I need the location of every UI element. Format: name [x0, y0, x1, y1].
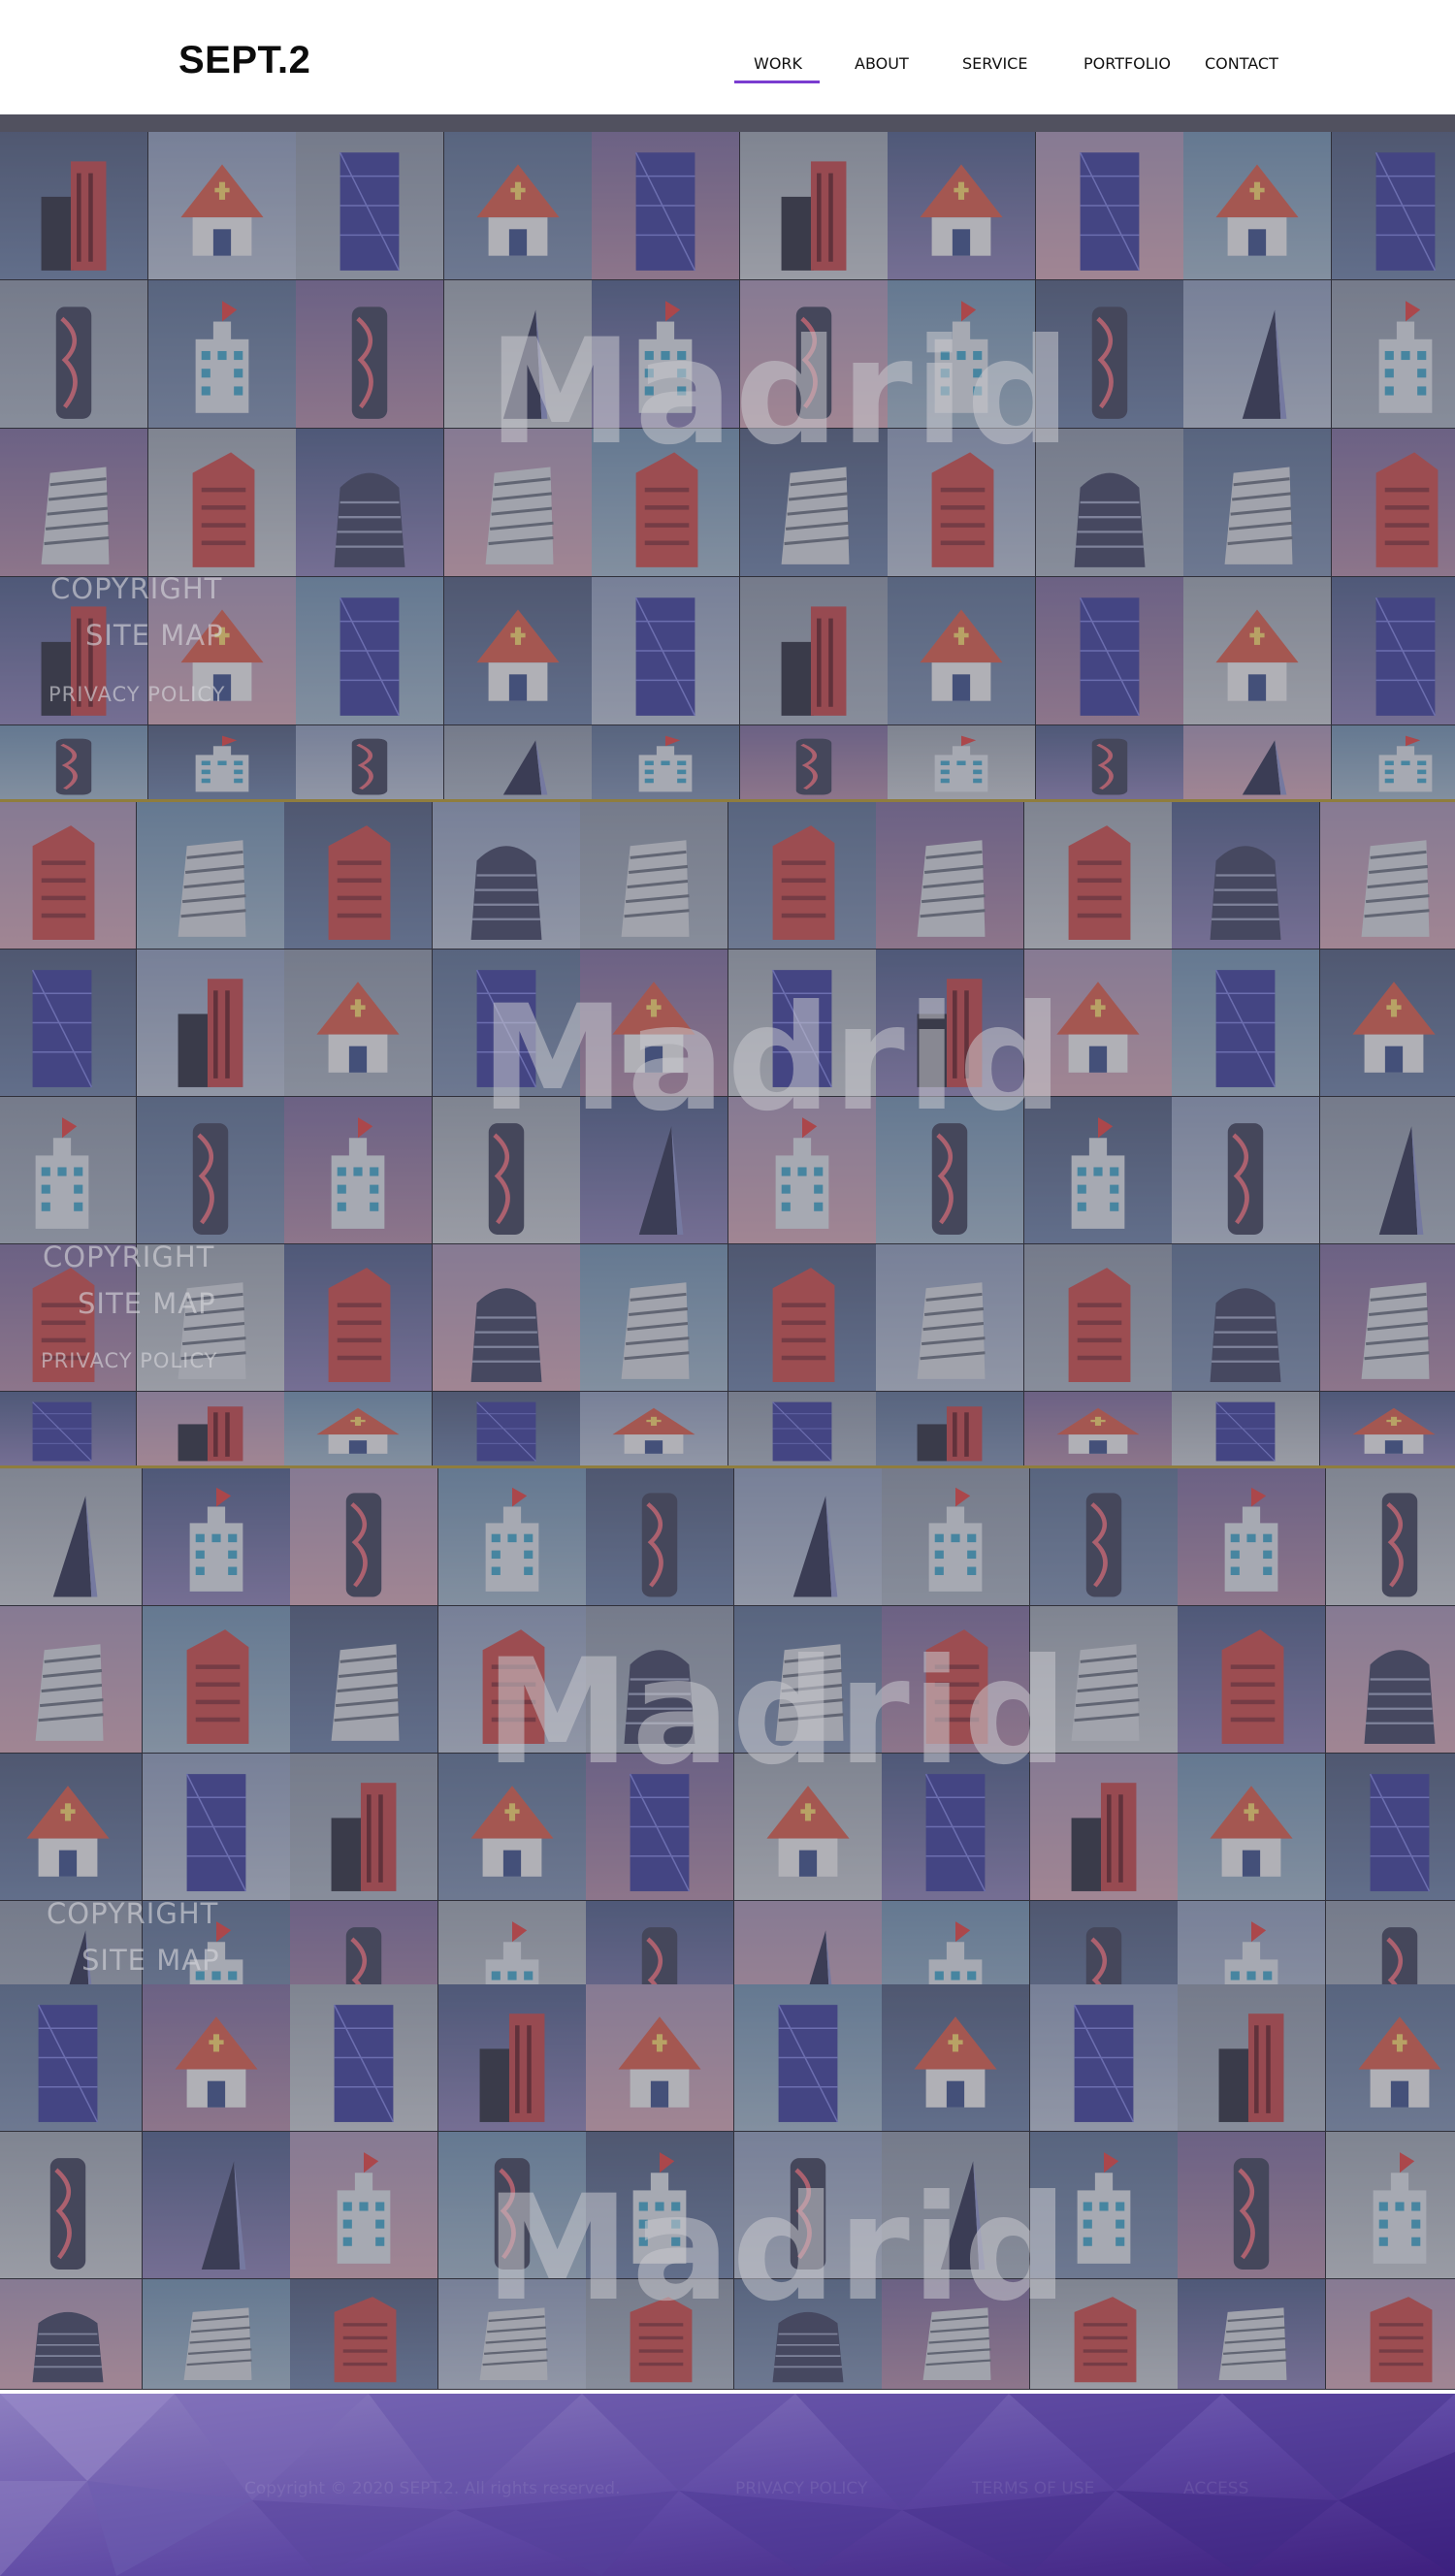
- city-title: Madrid: [488, 308, 1073, 477]
- privacy-policy-link[interactable]: PRIVACY POLICY: [48, 683, 225, 706]
- nav-item-about[interactable]: ABOUT: [855, 54, 909, 73]
- hero-section: Madrid COPYRIGHT SITE MAP PRIVACY POLICY: [0, 114, 1455, 800]
- site-header: SEPT.2 WORK ABOUT SERVICE PORTFOLIO CONT…: [0, 0, 1455, 114]
- nav-item-work[interactable]: WORK: [734, 54, 820, 83]
- nav-item-label: SERVICE: [962, 54, 1028, 73]
- nav-item-contact[interactable]: CONTACT: [1205, 54, 1278, 73]
- nav-item-label: PORTFOLIO: [1083, 54, 1171, 73]
- city-title: Madrid: [485, 1628, 1070, 1797]
- footer-access-link[interactable]: ACCESS: [1183, 2479, 1248, 2498]
- footer-terms-link[interactable]: TERMS OF USE: [972, 2479, 1094, 2498]
- site-footer: Copyright © 2020 SEPT.2. All rights rese…: [0, 2394, 1455, 2576]
- section-divider: [0, 1465, 1455, 1468]
- footer-divider: [0, 2390, 1455, 2394]
- city-title: Madrid: [485, 2165, 1070, 2334]
- hero-section: Madrid COPYRIGHT SITE MAP PRIVACY POLICY: [0, 802, 1455, 1466]
- copyright-link[interactable]: COPYRIGHT: [50, 572, 222, 605]
- city-title: Madrid: [480, 975, 1065, 1143]
- section-divider: [0, 799, 1455, 802]
- nav-item-label: ABOUT: [855, 54, 909, 73]
- footer-privacy-link[interactable]: PRIVACY POLICY: [735, 2479, 867, 2498]
- main-nav: WORK ABOUT SERVICE PORTFOLIO CONTACT: [0, 54, 1455, 83]
- nav-item-label: WORK: [754, 54, 803, 73]
- nav-item-portfolio[interactable]: PORTFOLIO: [1083, 54, 1171, 73]
- site-map-link[interactable]: SITE MAP: [78, 1287, 216, 1320]
- privacy-policy-link[interactable]: PRIVACY POLICY: [41, 1349, 217, 1372]
- copyright-link[interactable]: COPYRIGHT: [47, 1897, 218, 1930]
- site-map-link[interactable]: SITE MAP: [85, 619, 224, 652]
- hero-section: Madrid: [0, 1984, 1455, 2390]
- active-nav-indicator: [734, 80, 820, 83]
- hero-section: Madrid COPYRIGHT SITE MAP: [0, 1468, 1455, 1984]
- footer-copyright: Copyright © 2020 SEPT.2. All rights rese…: [244, 2479, 621, 2498]
- copyright-link[interactable]: COPYRIGHT: [43, 1240, 214, 1273]
- nav-item-label: CONTACT: [1205, 54, 1278, 73]
- nav-item-service[interactable]: SERVICE: [962, 54, 1027, 73]
- site-map-link[interactable]: SITE MAP: [81, 1944, 220, 1977]
